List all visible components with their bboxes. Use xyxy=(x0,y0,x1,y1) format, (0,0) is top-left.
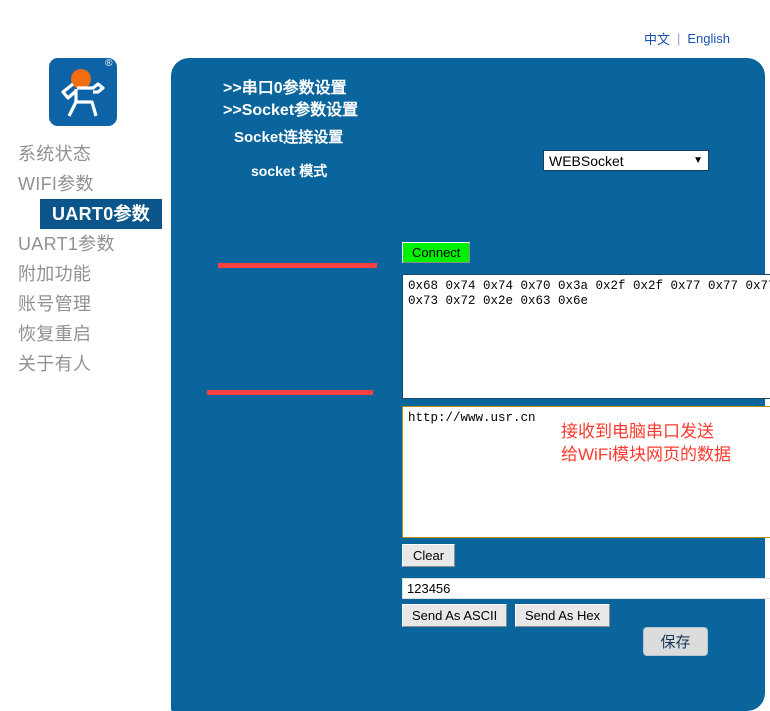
registered-mark-icon: ® xyxy=(105,58,113,69)
sidebar: ® 系统状态 WIFI参数 UART0参数 UART1参数 附加功能 账号管理 … xyxy=(0,55,165,379)
socket-mode-label: socket 模式 xyxy=(251,163,328,179)
annotation-line-1: 接收到电脑串口发送 xyxy=(561,422,714,441)
socket-mode-select[interactable]: WEBSocket ▼ xyxy=(543,150,709,171)
sidebar-item-extra-functions[interactable]: 附加功能 xyxy=(0,259,165,289)
page-title-serial0: >>串口0参数设置 xyxy=(223,80,347,97)
language-separator: | xyxy=(676,31,681,46)
clear-button[interactable]: Clear xyxy=(402,544,456,567)
main-panel: >>串口0参数设置 >>Socket参数设置 Socket连接设置 socket… xyxy=(171,58,770,711)
sidebar-item-account-management[interactable]: 账号管理 xyxy=(0,289,165,319)
send-as-hex-button[interactable]: Send As Hex xyxy=(515,604,611,627)
connect-button[interactable]: Connect xyxy=(402,242,471,263)
annotation-text: 接收到电脑串口发送 给WiFi模块网页的数据 xyxy=(561,420,731,466)
send-data-input[interactable]: 123456 xyxy=(402,578,770,599)
logo-container: ® xyxy=(0,55,165,126)
red-underline-marker-2 xyxy=(207,390,373,395)
language-link-chinese[interactable]: 中文 xyxy=(644,29,670,48)
sidebar-item-uart1-params[interactable]: UART1参数 xyxy=(0,229,165,259)
sidebar-item-about-usr[interactable]: 关于有人 xyxy=(0,349,165,379)
usr-logo-icon: ® xyxy=(48,58,117,126)
sidebar-item-uart0-params[interactable]: UART0参数 xyxy=(40,199,162,229)
sidebar-item-restore-restart[interactable]: 恢复重启 xyxy=(0,319,165,349)
page-title-socket: >>Socket参数设置 xyxy=(223,102,359,119)
sidebar-nav: 系统状态 WIFI参数 UART0参数 UART1参数 附加功能 账号管理 恢复… xyxy=(0,139,165,379)
language-link-english[interactable]: English xyxy=(687,31,730,46)
annotation-line-2: 给WiFi模块网页的数据 xyxy=(561,445,731,464)
socket-mode-value: WEBSocket xyxy=(549,152,624,169)
save-button[interactable]: 保存 xyxy=(643,627,708,656)
red-underline-marker-1 xyxy=(218,263,377,268)
sidebar-item-wifi-params[interactable]: WIFI参数 xyxy=(0,169,165,199)
send-as-ascii-button[interactable]: Send As ASCII xyxy=(402,604,508,627)
language-switcher: 中文 | English xyxy=(644,29,730,48)
section-title-socket-connection: Socket连接设置 xyxy=(234,129,344,146)
sidebar-item-system-status[interactable]: 系统状态 xyxy=(0,139,165,169)
receive-data-textarea[interactable]: 0x68 0x74 0x74 0x70 0x3a 0x2f 0x2f 0x77 … xyxy=(402,274,770,399)
chevron-down-icon: ▼ xyxy=(693,155,703,166)
